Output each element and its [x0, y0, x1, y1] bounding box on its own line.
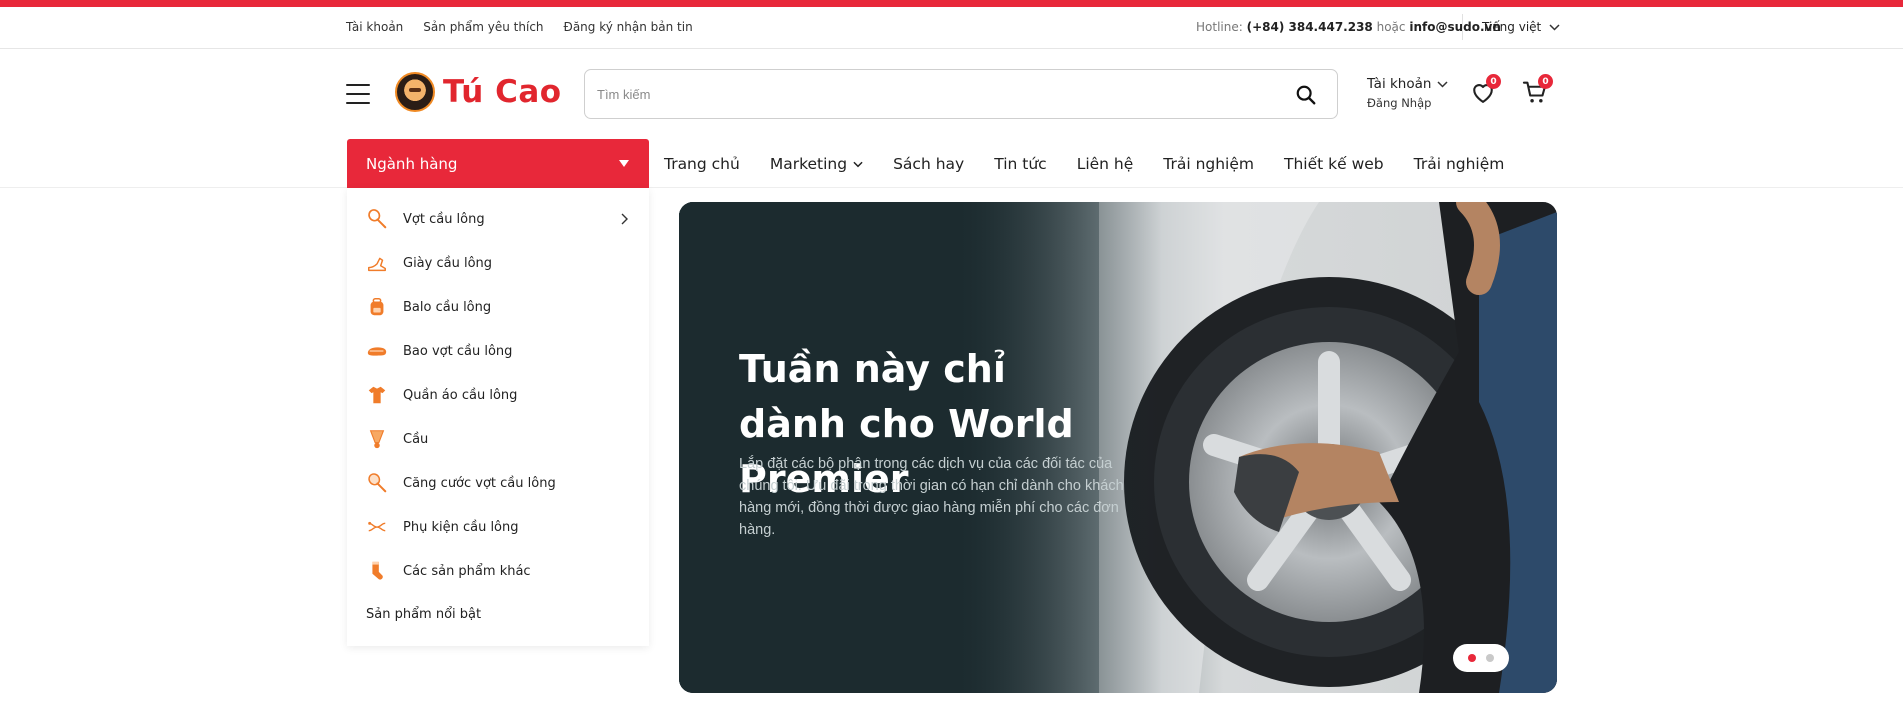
account-title: Tài khoản [1367, 76, 1432, 92]
account-menu[interactable]: Tài khoản Đăng Nhập [1367, 76, 1448, 110]
nav-item-home[interactable]: Trang chủ [664, 155, 740, 173]
chevron-down-icon [853, 161, 863, 167]
slider-dot-2[interactable] [1486, 654, 1494, 662]
nav-item-label: Marketing [769, 155, 848, 173]
wishlist-count-badge: 0 [1486, 74, 1501, 89]
main-header: Tú Cao Tài khoản Đăng Nhập 0 0 [0, 50, 1903, 138]
category-menu-label: Ngành hàng [366, 154, 458, 173]
nav-item-label: Trang chủ [664, 155, 740, 173]
sidebar-featured-products[interactable]: Sản phẩm nổi bật [366, 607, 481, 622]
hotline-label: Hotline: [1196, 20, 1243, 34]
sidebar-item-label: Các sản phẩm khác [403, 563, 531, 579]
top-links: Tài khoản Sản phẩm yêu thích Đăng ký nhậ… [346, 20, 693, 34]
sidebar-item-label: Căng cước vợt cầu lông [403, 475, 556, 491]
sidebar-item-others[interactable]: Các sản phẩm khác [347, 549, 649, 593]
category-sidebar: Vợt cầu lông Giày cầu lông Balo cầu lông… [347, 188, 649, 646]
nav-item-books[interactable]: Sách hay [893, 155, 964, 173]
wishlist-button[interactable]: 0 [1469, 74, 1503, 112]
main-nav: Ngành hàng Trang chủ Marketing Sách hay … [0, 138, 1903, 188]
top-bar: Tài khoản Sản phẩm yêu thích Đăng ký nhậ… [0, 7, 1903, 49]
clothes-icon [368, 386, 386, 404]
login-link[interactable]: Đăng Nhập [1367, 96, 1448, 110]
search-input[interactable] [597, 82, 1257, 106]
nav-item-label: Liên hệ [1076, 155, 1134, 173]
logo-avatar-icon [395, 72, 435, 112]
nav-item-experience-2[interactable]: Trải nghiệm [1414, 155, 1505, 173]
cart-button[interactable]: 0 [1521, 74, 1555, 112]
nav-item-label: Tin tức [994, 155, 1047, 173]
sidebar-item-stringing[interactable]: Căng cước vợt cầu lông [347, 461, 649, 505]
cart-count-badge: 0 [1538, 74, 1553, 89]
nav-menu: Trang chủ Marketing Sách hay Tin tức Liê… [664, 155, 1534, 173]
sidebar-item-accessories[interactable]: Phụ kiện cầu lông [347, 505, 649, 549]
socks-icon [372, 561, 383, 580]
search-icon[interactable] [1295, 84, 1317, 106]
shuttlecock-icon [369, 430, 385, 449]
nav-item-label: Sách hay [893, 155, 965, 173]
sidebar-item-label: Cầu [403, 431, 429, 447]
sidebar-item-label: Giày cầu lông [403, 255, 493, 271]
nav-item-label: Thiết kế web [1284, 155, 1384, 173]
language-selector[interactable]: Tiếng việt [1482, 20, 1560, 34]
hamburger-menu-icon[interactable] [346, 84, 370, 104]
nav-item-marketing[interactable]: Marketing [770, 155, 863, 173]
nav-item-experience[interactable]: Trải nghiệm [1163, 155, 1254, 173]
top-link-account[interactable]: Tài khoản [346, 20, 403, 34]
sidebar-item-label: Balo cầu lông [403, 299, 492, 315]
contact-info: Hotline: (+84) 384.447.238 hoặc info@sud… [1196, 20, 1501, 34]
hotline-number[interactable]: (+84) 384.447.238 [1247, 20, 1373, 34]
top-link-favorites[interactable]: Sản phẩm yêu thích [423, 20, 543, 34]
sidebar-item-clothes[interactable]: Quần áo cầu lông [347, 373, 649, 417]
top-accent-stripe [0, 0, 1903, 7]
hero-banner[interactable]: Tuần này chỉ dành cho World Premier Lắp … [679, 202, 1557, 693]
or-label: hoặc [1376, 20, 1406, 34]
sidebar-item-backpacks[interactable]: Balo cầu lông [347, 285, 649, 329]
slider-pagination [1453, 644, 1509, 672]
nav-item-label: Trải nghiệm [1163, 155, 1255, 173]
banner-description: Lắp đặt các bộ phận trong các dịch vụ củ… [739, 456, 1124, 538]
top-link-newsletter[interactable]: Đăng ký nhận bản tin [564, 20, 693, 34]
accessories-icon [368, 521, 386, 532]
topbar-divider [1462, 14, 1463, 40]
sidebar-item-label: Quần áo cầu lông [403, 387, 518, 403]
category-menu-button[interactable]: Ngành hàng [347, 139, 649, 188]
sidebar-item-racket-bags[interactable]: Bao vợt cầu lông [347, 329, 649, 373]
backpack-icon [370, 298, 384, 316]
nav-item-contact[interactable]: Liên hệ [1077, 155, 1134, 173]
sidebar-item-rackets[interactable]: Vợt cầu lông [347, 197, 649, 241]
sidebar-item-label: Bao vợt cầu lông [403, 343, 513, 359]
nav-item-web-design[interactable]: Thiết kế web [1284, 155, 1384, 173]
search-box [584, 69, 1338, 119]
chevron-right-icon [621, 213, 628, 225]
sidebar-item-label: Phụ kiện cầu lông [403, 519, 519, 535]
nav-item-label: Trải nghiệm [1413, 155, 1505, 173]
chevron-down-icon [1437, 80, 1448, 88]
caret-down-icon [619, 160, 629, 167]
shoe-icon [368, 257, 386, 272]
nav-item-news[interactable]: Tin tức [994, 155, 1046, 173]
logo-text: Tú Cao [443, 74, 562, 110]
racket-icon [368, 209, 387, 229]
chevron-down-icon [1549, 23, 1560, 31]
racket-bag-icon [367, 347, 387, 356]
stringing-icon [368, 473, 387, 493]
sidebar-item-shuttlecocks[interactable]: Cầu [347, 417, 649, 461]
sidebar-item-shoes[interactable]: Giày cầu lông [347, 241, 649, 285]
language-label: Tiếng việt [1482, 20, 1542, 34]
site-logo[interactable]: Tú Cao [395, 72, 562, 112]
sidebar-item-label: Vợt cầu lông [403, 211, 485, 227]
slider-dot-1[interactable] [1468, 654, 1476, 662]
